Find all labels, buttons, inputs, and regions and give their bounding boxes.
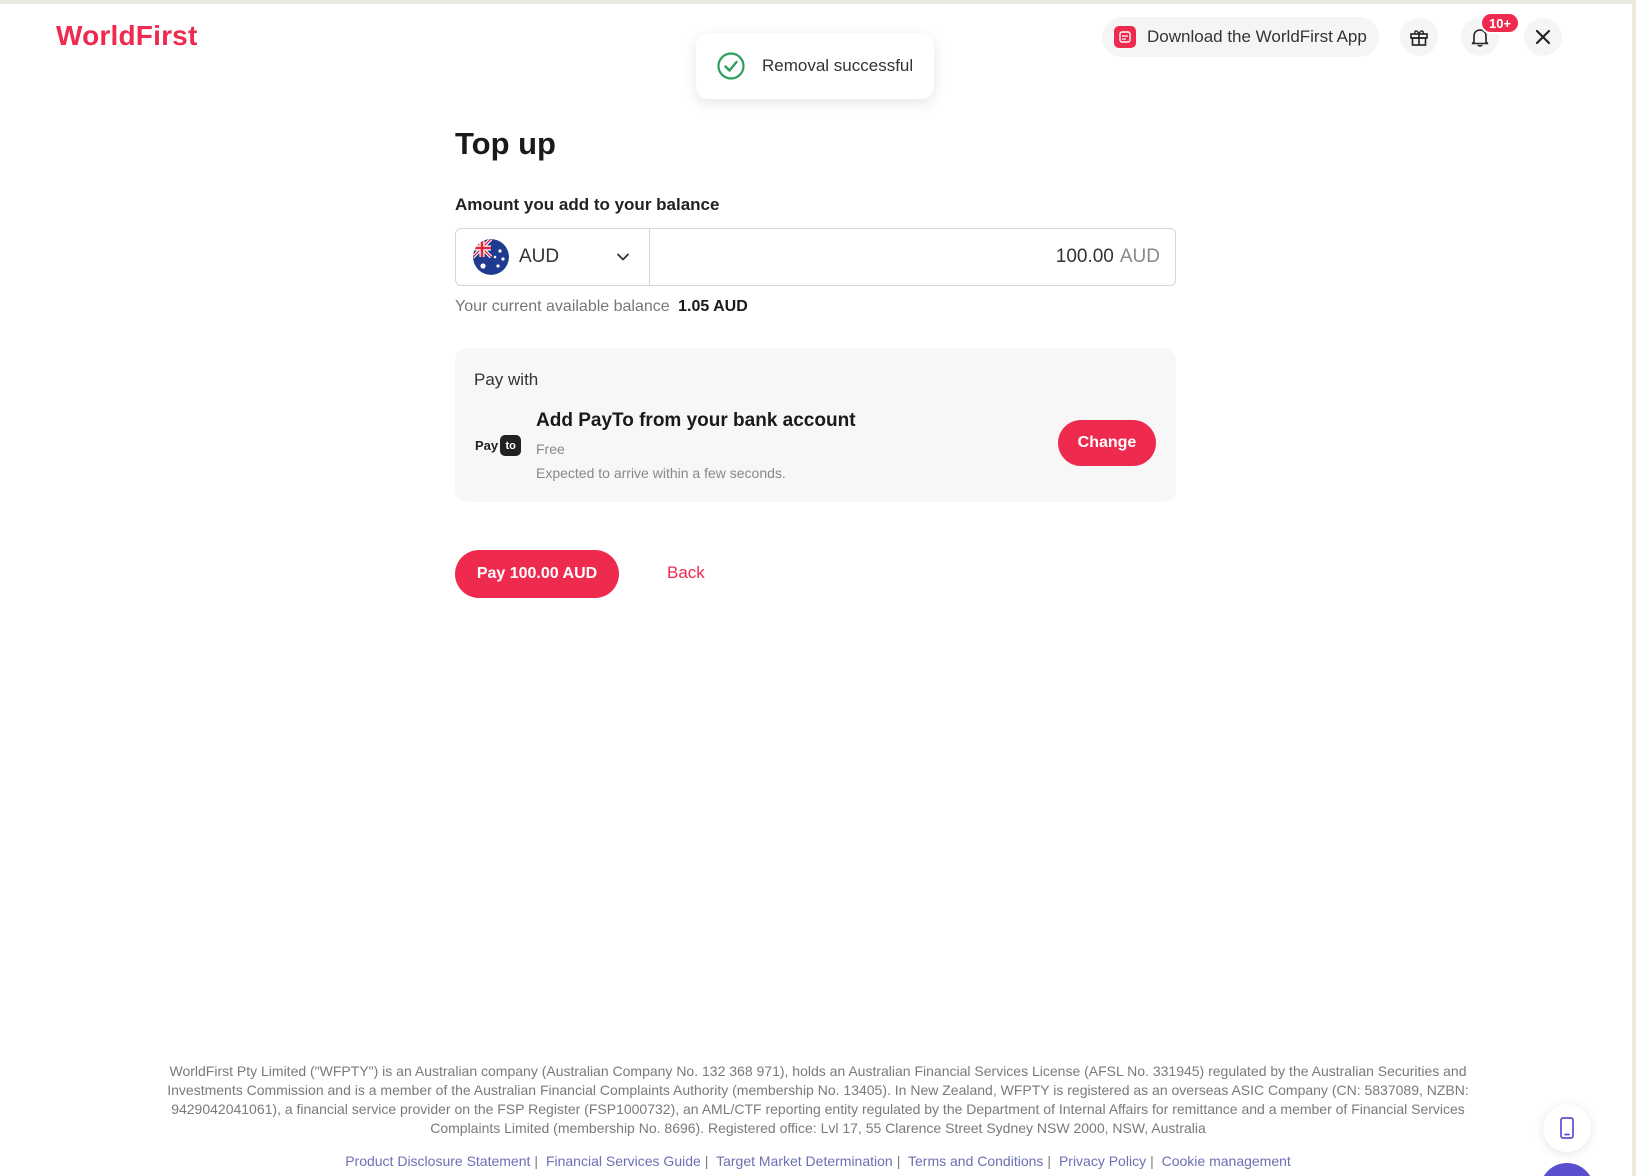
footer-link-tmd[interactable]: Target Market Determination — [716, 1153, 893, 1169]
available-balance: Your current available balance 1.05 AUD — [455, 298, 748, 316]
footer-disclaimer: WorldFirst Pty Limited ("WFPTY") is an A… — [167, 1063, 1469, 1136]
pay-method-card: Pay with Pay to Add PayTo from your bank… — [455, 348, 1176, 502]
notification-badge: 10+ — [1480, 12, 1521, 34]
amount-field: AUD 100.00 AUD — [455, 228, 1176, 286]
footer-separator: | — [896, 1153, 901, 1169]
payto-logo-badge: to — [500, 435, 522, 456]
change-button[interactable]: Change — [1058, 420, 1156, 466]
close-button[interactable] — [1524, 18, 1562, 56]
amount-input[interactable]: 100.00 AUD — [650, 229, 1175, 285]
mobile-device-button[interactable] — [1543, 1104, 1591, 1152]
footer-separator: | — [534, 1153, 539, 1169]
australia-flag-icon — [473, 239, 509, 275]
pay-with-heading: Pay with — [474, 370, 539, 389]
worldfirst-logo[interactable]: WorldFirst — [56, 20, 197, 52]
currency-code: AUD — [519, 246, 560, 267]
page-title: Top up — [455, 126, 556, 161]
amount-label: Amount you add to your balance — [455, 195, 720, 214]
payto-logo-text: Pay — [475, 438, 499, 453]
chevron-down-icon — [615, 249, 631, 265]
app-icon — [1114, 26, 1136, 48]
footer-links: Product Disclosure Statement | Financial … — [148, 1153, 1488, 1169]
check-circle-icon — [716, 51, 746, 81]
toast-notification: Removal successful — [696, 33, 934, 99]
toast-message: Removal successful — [762, 56, 914, 75]
currency-select[interactable]: AUD — [456, 229, 650, 285]
window-edge — [1632, 0, 1636, 1176]
amount-value: 100.00 — [1055, 246, 1114, 267]
payto-logo: Pay to — [475, 435, 522, 456]
footer-separator: | — [704, 1153, 709, 1169]
pay-method-eta: Expected to arrive within a few seconds. — [536, 465, 786, 481]
footer-link-terms[interactable]: Terms and Conditions — [908, 1153, 1043, 1169]
footer-link-cookies[interactable]: Cookie management — [1162, 1153, 1291, 1169]
chat-fab-button[interactable] — [1540, 1163, 1594, 1176]
balance-label: Your current available balance — [455, 298, 670, 315]
gift-button[interactable] — [1400, 18, 1438, 56]
pay-method-fee: Free — [536, 441, 565, 457]
pay-method-title: Add PayTo from your bank account — [536, 410, 856, 431]
footer-separator: | — [1150, 1153, 1154, 1169]
mobile-phone-icon — [1557, 1116, 1577, 1140]
balance-value: 1.05 AUD — [678, 298, 748, 315]
back-link[interactable]: Back — [667, 563, 705, 583]
top-border — [0, 0, 1636, 4]
amount-unit: AUD — [1119, 246, 1160, 267]
footer-link-fsg[interactable]: Financial Services Guide — [546, 1153, 701, 1169]
gift-icon — [1408, 26, 1430, 48]
download-app-button[interactable]: Download the WorldFirst App — [1102, 17, 1379, 57]
pay-button[interactable]: Pay 100.00 AUD — [455, 550, 619, 598]
footer-link-pds[interactable]: Product Disclosure Statement — [345, 1153, 530, 1169]
download-app-label: Download the WorldFirst App — [1147, 27, 1367, 46]
footer-separator: | — [1047, 1153, 1052, 1169]
close-icon — [1534, 28, 1552, 46]
footer-link-privacy[interactable]: Privacy Policy — [1059, 1153, 1146, 1169]
